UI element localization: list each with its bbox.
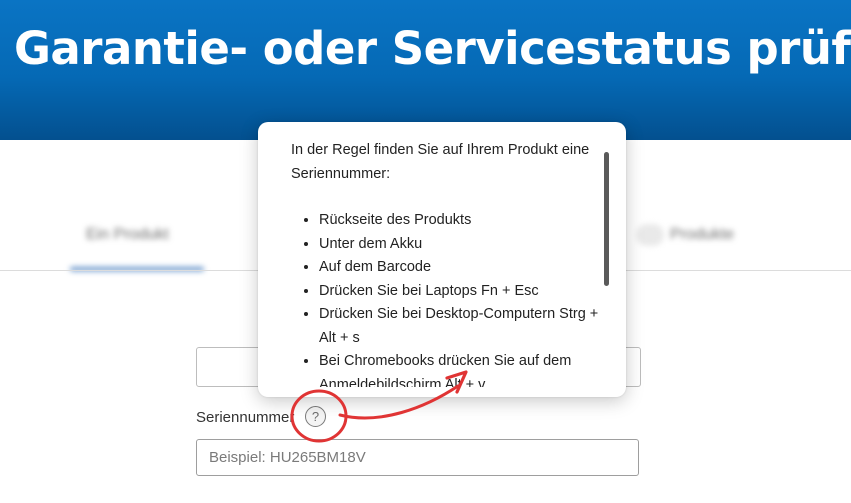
page-title: Garantie- oder Servicestatus prüfen (14, 22, 851, 75)
page-header-banner: Garantie- oder Servicestatus prüfen (0, 0, 851, 140)
tooltip-location-list: Rückseite des Produkts Unter dem Akku Au… (291, 209, 601, 387)
list-item: Drücken Sie bei Desktop-Computern Strg +… (319, 303, 601, 350)
list-item: Unter dem Akku (319, 233, 601, 257)
serial-number-label: Seriennummer (196, 409, 295, 426)
tooltip-content[interactable]: In der Regel finden Sie auf Ihrem Produk… (291, 139, 601, 387)
tab-single-product[interactable]: Ein Produkt (86, 226, 169, 244)
list-item: Rückseite des Produkts (319, 209, 601, 233)
list-item: Drücken Sie bei Laptops Fn + Esc (319, 280, 601, 304)
tab-multiple-products[interactable]: Produkte (670, 226, 734, 244)
tooltip-intro: In der Regel finden Sie auf Ihrem Produk… (291, 142, 590, 182)
list-item: Auf dem Barcode (319, 256, 601, 280)
question-circle-icon[interactable]: ? (305, 406, 326, 427)
tooltip-scrollbar[interactable] (604, 152, 609, 286)
list-item: Bei Chromebooks drücken Sie auf dem Anme… (319, 350, 601, 387)
serial-number-help-tooltip: In der Regel finden Sie auf Ihrem Produk… (258, 122, 626, 397)
serial-number-input[interactable] (196, 439, 639, 476)
tab-toggle[interactable] (636, 224, 664, 246)
